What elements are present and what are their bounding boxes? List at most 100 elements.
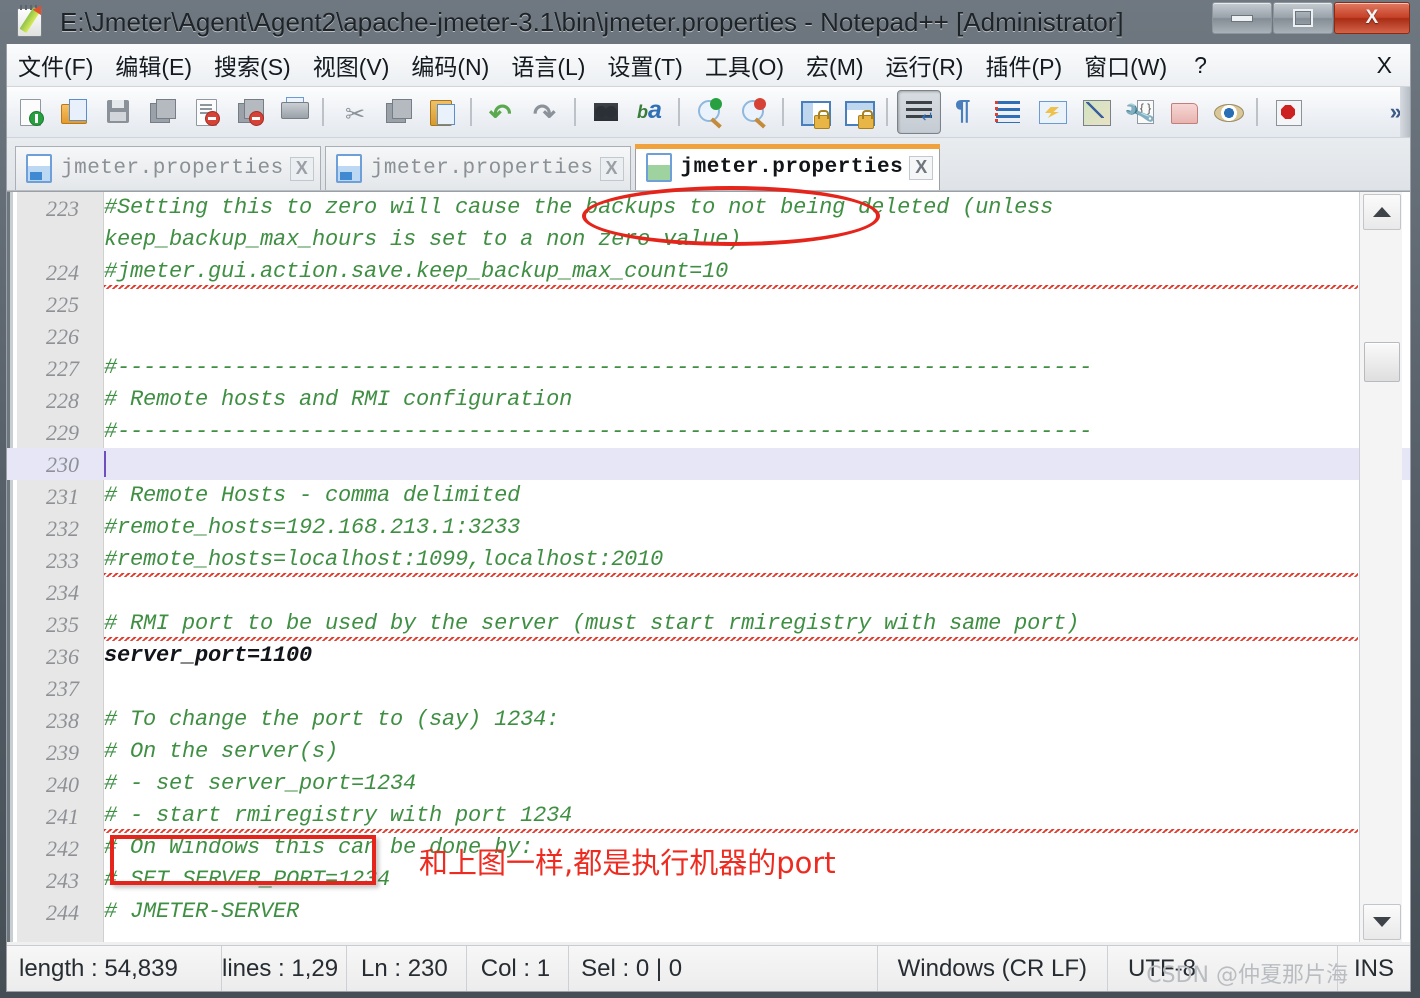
cut-icon[interactable]: ✂: [333, 91, 375, 133]
tab-jmeter-properties-2[interactable]: jmeter.properties X: [324, 146, 631, 190]
status-encoding: UTF-8: [1108, 946, 1338, 991]
editor-line[interactable]: 241 # - start rmiregistry with port 1234: [46, 800, 1358, 836]
vertical-scrollbar[interactable]: [1359, 192, 1402, 942]
editor-line[interactable]: 232 #remote_hosts=192.168.213.1:3233: [46, 512, 1358, 544]
document-map-icon[interactable]: [1075, 91, 1117, 133]
line-text: #---------------------------------------…: [104, 419, 1093, 444]
editor-line[interactable]: 240 # - set server_port=1234: [46, 768, 1358, 800]
line-text: #remote_hosts=192.168.213.1:3233: [104, 515, 521, 540]
sync-horizontal-scroll-icon[interactable]: [837, 91, 879, 133]
editor-line-wrapped[interactable]: keep_backup_max_hours is set to a non ze…: [104, 224, 1358, 256]
menu-file[interactable]: 文件(F): [7, 48, 104, 82]
tab-jmeter-properties-1[interactable]: jmeter.properties X: [15, 146, 321, 190]
show-all-characters-icon[interactable]: ¶: [943, 91, 985, 133]
zoom-in-icon[interactable]: [689, 91, 731, 133]
monitoring-icon[interactable]: [1207, 91, 1249, 133]
line-number: 226: [46, 324, 79, 349]
line-number: 225: [46, 292, 79, 317]
tab-close-icon[interactable]: X: [289, 156, 314, 181]
editor-line[interactable]: 227 #-----------------------------------…: [46, 352, 1358, 384]
undo-icon[interactable]: ↶: [481, 91, 523, 133]
line-number: 229: [46, 420, 79, 445]
editor-line[interactable]: 239 # On the server(s): [46, 736, 1358, 768]
line-number: 224: [46, 260, 79, 285]
editor-line[interactable]: 229 #-----------------------------------…: [46, 416, 1358, 448]
window-title: E:\Jmeter\Agent\Agent2\apache-jmeter-3.1…: [60, 6, 1124, 37]
indent-guide-icon[interactable]: [987, 91, 1029, 133]
scroll-down-button[interactable]: [1363, 904, 1401, 940]
find-icon[interactable]: [585, 91, 627, 133]
open-file-icon[interactable]: [53, 91, 95, 133]
close-button[interactable]: X: [1334, 2, 1410, 34]
print-icon[interactable]: [273, 91, 315, 133]
menu-search[interactable]: 搜索(S): [203, 48, 302, 82]
paste-icon[interactable]: [421, 91, 463, 133]
toolbar-separator: [1256, 98, 1258, 126]
menu-run[interactable]: 运行(R): [875, 48, 975, 82]
editor-line[interactable]: 225: [46, 288, 1358, 320]
editor-line[interactable]: 238 # To change the port to (say) 1234:: [46, 704, 1358, 736]
close-document-button[interactable]: X: [1377, 52, 1392, 79]
close-file-icon[interactable]: [185, 91, 227, 133]
editor-line[interactable]: 224 #jmeter.gui.action.save.keep_backup_…: [46, 256, 1358, 292]
save-icon[interactable]: [97, 91, 139, 133]
copy-icon[interactable]: [377, 91, 419, 133]
line-text: # JMETER-SERVER: [104, 899, 300, 924]
menu-settings[interactable]: 设置(T): [596, 48, 693, 82]
editor-line[interactable]: 228 # Remote hosts and RMI configuration: [46, 384, 1358, 416]
tab-close-icon[interactable]: X: [599, 156, 624, 181]
line-number: 238: [46, 708, 79, 733]
tab-bar: jmeter.properties X jmeter.properties X …: [7, 138, 1410, 191]
line-text: # Remote hosts and RMI configuration: [104, 387, 573, 412]
word-wrap-icon[interactable]: ↵: [897, 90, 941, 134]
close-all-icon[interactable]: [229, 91, 271, 133]
menu-help[interactable]: ?: [1178, 52, 1223, 79]
toolbar-edge: [1400, 87, 1410, 137]
menu-plugins[interactable]: 插件(P): [974, 48, 1073, 82]
editor-line[interactable]: 234: [46, 576, 1358, 608]
code-area[interactable]: 223 #Setting this to zero will cause the…: [7, 192, 1410, 942]
editor-line-server-port[interactable]: 236 server_port=1100: [46, 640, 1358, 672]
menu-view[interactable]: 视图(V): [302, 48, 401, 82]
new-file-icon[interactable]: [9, 91, 51, 133]
editor-line[interactable]: 237: [46, 672, 1358, 704]
editor-line[interactable]: 231 # Remote Hosts - comma delimited: [46, 480, 1358, 512]
scrollbar-thumb[interactable]: [1364, 342, 1400, 382]
line-number: 228: [46, 388, 79, 413]
tab-close-icon[interactable]: X: [909, 155, 934, 180]
editor-line[interactable]: 235 # RMI port to be used by the server …: [46, 608, 1358, 644]
editor-line[interactable]: 233 #remote_hosts=localhost:1099,localho…: [46, 544, 1358, 580]
tab-jmeter-properties-3[interactable]: jmeter.properties X: [634, 144, 941, 190]
status-insert-mode: INS: [1353, 954, 1394, 982]
user-defined-language-icon[interactable]: [1031, 91, 1073, 133]
zoom-out-icon[interactable]: [733, 91, 775, 133]
record-macro-icon[interactable]: [1267, 91, 1309, 133]
editor-line-current[interactable]: 230: [7, 448, 1410, 480]
editor-line[interactable]: 226: [46, 320, 1358, 352]
line-number: 227: [46, 356, 79, 381]
line-text: #---------------------------------------…: [104, 355, 1093, 380]
menu-edit[interactable]: 编辑(E): [104, 48, 203, 82]
line-number: 243: [46, 868, 79, 893]
menu-language[interactable]: 语言(L): [500, 48, 596, 82]
maximize-button[interactable]: [1273, 2, 1333, 34]
line-text: # Remote Hosts - comma delimited: [104, 483, 521, 508]
menu-window[interactable]: 窗口(W): [1073, 48, 1178, 82]
editor-line[interactable]: 244 # JMETER-SERVER: [46, 896, 1358, 928]
function-list-icon[interactable]: { } 🔧: [1119, 91, 1161, 133]
tab-label: jmeter.properties: [680, 156, 904, 179]
tab-label: jmeter.properties: [61, 157, 284, 180]
menu-macro[interactable]: 宏(M): [795, 48, 874, 82]
line-number: 234: [46, 580, 79, 605]
menu-tools[interactable]: 工具(O): [694, 48, 795, 82]
editor-pane[interactable]: 223 #Setting this to zero will cause the…: [7, 191, 1410, 942]
replace-icon[interactable]: ba: [629, 91, 671, 133]
save-all-icon[interactable]: [141, 91, 183, 133]
folder-as-workspace-icon[interactable]: [1163, 91, 1205, 133]
editor-line[interactable]: 223 #Setting this to zero will cause the…: [46, 192, 1358, 224]
minimize-button[interactable]: [1212, 2, 1272, 34]
menu-encoding[interactable]: 编码(N): [400, 48, 500, 82]
redo-icon[interactable]: ↷: [525, 91, 567, 133]
scroll-up-button[interactable]: [1363, 194, 1401, 230]
sync-vertical-scroll-icon[interactable]: [793, 91, 835, 133]
